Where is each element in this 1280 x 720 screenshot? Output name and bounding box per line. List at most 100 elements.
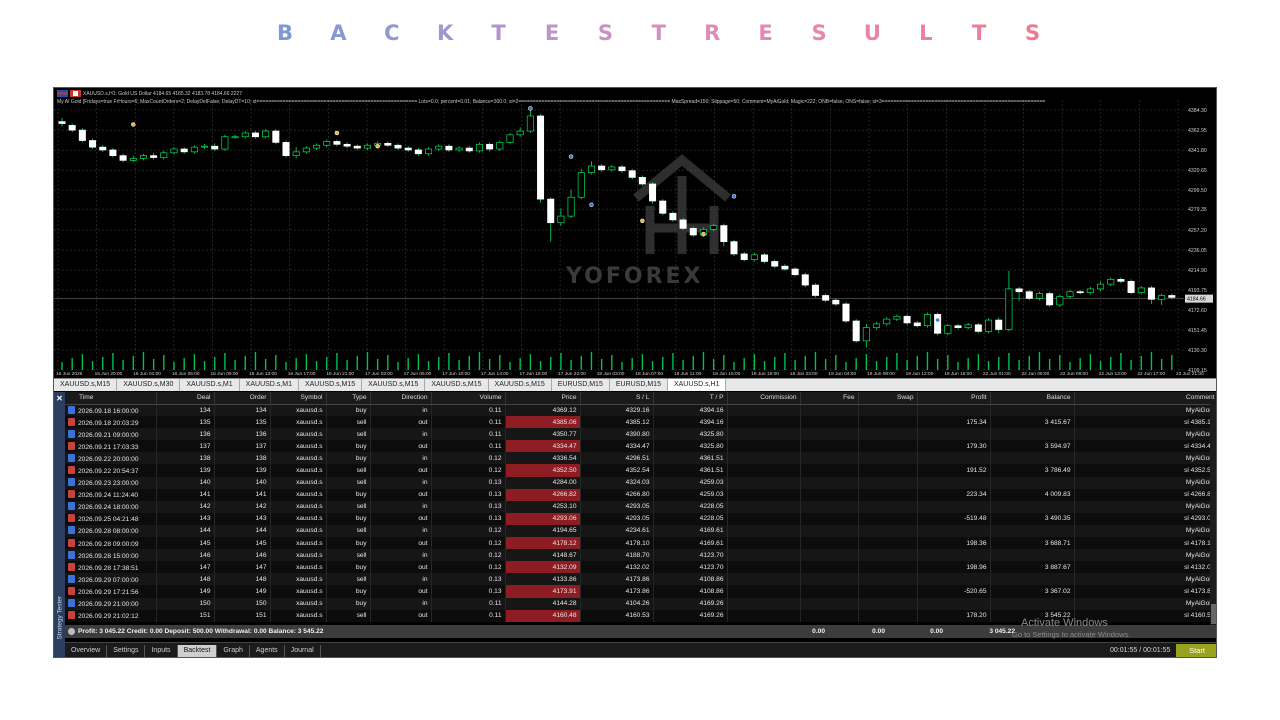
candle-body: [353, 145, 361, 149]
cell-swap: [858, 488, 918, 501]
start-button[interactable]: Start: [1176, 644, 1216, 657]
tester-tab-overview[interactable]: Overview: [65, 645, 108, 657]
candle-body: [689, 228, 697, 236]
chart-tab[interactable]: XAUUSD.s,M15: [362, 379, 426, 391]
tester-tab-settings[interactable]: Settings: [107, 645, 146, 657]
column-header[interactable]: Comment: [1074, 392, 1216, 405]
column-header[interactable]: Swap: [858, 392, 918, 405]
chart-tab[interactable]: XAUUSD.s,M1: [240, 379, 299, 391]
column-header[interactable]: Balance: [990, 392, 1075, 405]
cell-profit: 178.20: [917, 609, 991, 622]
tester-tab-agents[interactable]: Agents: [250, 645, 285, 657]
table-row[interactable]: 2026.09.21 17:03:33 137 137 xauusd.s buy out 0…: [65, 440, 1216, 453]
chart-tab[interactable]: XAUUSD.s,M30: [117, 379, 181, 391]
table-row[interactable]: 2026.09.18 20:03:29 135 135 xauusd.s sell out…: [65, 416, 1216, 429]
candle-body: [974, 324, 982, 332]
elapsed-timer: 00:01:55 / 00:01:55: [1110, 647, 1171, 654]
deal-in-icon: [68, 478, 75, 487]
table-row[interactable]: 2026.09.24 11:24:40 141 141 xauusd.s buy out 0…: [65, 488, 1216, 501]
tester-tab-inputs[interactable]: Inputs: [145, 645, 178, 657]
cell-order: 151: [214, 609, 271, 622]
candle-body: [1035, 293, 1043, 299]
cell-swap: [858, 428, 918, 441]
close-icon[interactable]: ✕: [55, 394, 64, 403]
candle-body: [1066, 291, 1074, 297]
chart-tab[interactable]: XAUUSD.s,M15: [54, 379, 118, 391]
tester-tab-backtest[interactable]: Backtest: [177, 645, 218, 657]
chart-tab[interactable]: EURUSD,M15: [610, 379, 668, 391]
activation-watermark-title: Activate Windows: [1021, 617, 1108, 629]
candle-body: [475, 143, 483, 152]
deal-time: 2026.09.29 17:21:56: [78, 588, 139, 596]
chart-tab[interactable]: XAUUSD.s,M1: [180, 379, 240, 391]
column-header[interactable]: Direction: [370, 392, 432, 405]
table-row[interactable]: 2026.09.28 08:00:00 144 144 xauusd.s sell in 0…: [65, 524, 1216, 538]
chart-tab[interactable]: XAUUSD.s,M15: [489, 379, 552, 391]
column-header[interactable]: Deal: [156, 392, 215, 405]
candle-body: [465, 147, 473, 152]
cell-fee: [800, 440, 859, 453]
cell-comment: sl 4132.02: [1074, 561, 1216, 574]
cell-commission: [727, 416, 801, 429]
column-header[interactable]: Commission: [727, 392, 801, 405]
cell-sl: 4266.80: [580, 488, 654, 501]
cell-type: sell: [326, 500, 371, 513]
scrollbar-thumb[interactable]: [1211, 604, 1216, 624]
tester-tab-journal[interactable]: Journal: [285, 645, 321, 657]
cell-price: 4352.50: [505, 464, 581, 477]
chart-tab[interactable]: XAUUSD.s,M15: [425, 379, 489, 391]
cell-profit: 175.34: [917, 416, 991, 429]
table-row[interactable]: 2026.09.28 17:38:51 147 147 xauusd.s buy out 0…: [65, 561, 1216, 574]
cell-profit: [917, 404, 991, 417]
cell-order: 142: [214, 500, 271, 513]
table-row[interactable]: 2026.09.21 09:00:00 136 136 xauusd.s sell in 0…: [65, 428, 1216, 441]
trading-terminal: 4384.30 4362.95 4341.80 4320.65 4299.50 4279.…: [53, 87, 1217, 658]
cell-order: 140: [214, 476, 271, 489]
column-header[interactable]: Order: [214, 392, 271, 405]
heading-letter: S: [597, 21, 613, 45]
table-row[interactable]: 2026.09.28 09:00:09 145 145 xauusd.s buy out 0…: [65, 537, 1216, 550]
table-row[interactable]: 2026.09.22 20:00:00 138 138 xauusd.s buy in 0.…: [65, 452, 1216, 465]
column-header[interactable]: Volume: [431, 392, 506, 405]
table-row[interactable]: 2026.09.29 17:21:56 149 149 xauusd.s buy out 0…: [65, 585, 1216, 598]
table-row[interactable]: 2026.09.22 20:54:37 139 139 xauusd.s sell out…: [65, 464, 1216, 477]
cell-comment: sl 4334.47: [1074, 440, 1216, 453]
cell-deal: 148: [156, 573, 215, 586]
column-header[interactable]: Type: [326, 392, 371, 405]
table-row[interactable]: 2026.09.23 23:00:00 140 140 xauusd.s sell in 0…: [65, 476, 1216, 489]
cell-swap: [858, 549, 918, 562]
price-chart[interactable]: 4384.30 4362.95 4341.80 4320.65 4299.50 4279.…: [54, 88, 1216, 377]
candle-body: [1097, 283, 1105, 290]
candle-body: [913, 322, 921, 327]
column-header[interactable]: Price: [505, 392, 581, 405]
column-header[interactable]: Fee: [800, 392, 859, 405]
chart-tab[interactable]: EURUSD,M15: [552, 379, 610, 391]
chart-tab[interactable]: XAUUSD.s,M15: [299, 379, 363, 391]
column-header[interactable]: Time: [65, 392, 157, 405]
column-header[interactable]: Profit: [917, 392, 991, 405]
tester-tab-graph[interactable]: Graph: [217, 645, 250, 657]
table-row[interactable]: 2026.09.25 04:21:48 143 143 xauusd.s buy out 0…: [65, 512, 1216, 525]
time-label: 18 Jun 03:00: [597, 371, 625, 377]
table-row[interactable]: 2026.09.24 18:00:00 142 142 xauusd.s sell in 0…: [65, 500, 1216, 513]
cell-fee: [800, 585, 859, 598]
cell-symbol: xauusd.s: [270, 476, 327, 489]
cell-type: sell: [326, 573, 371, 586]
chart-tab[interactable]: XAUUSD.s,H1: [667, 379, 727, 391]
column-header[interactable]: T / P: [653, 392, 728, 405]
column-header[interactable]: Symbol: [270, 392, 327, 405]
candle-body: [577, 172, 585, 198]
table-row[interactable]: 2026.09.18 16:00:00 134 134 xauusd.s buy in 0.…: [65, 404, 1216, 417]
table-row[interactable]: 2026.09.28 15:00:00 146 146 xauusd.s sell in 0…: [65, 549, 1216, 562]
cell-comment: MyAiGold: [1074, 597, 1216, 610]
candle-body: [781, 265, 789, 270]
vertical-scrollbar[interactable]: [1210, 404, 1216, 625]
candle-body: [526, 115, 534, 132]
column-header[interactable]: S / L: [580, 392, 654, 405]
cell-deal: 140: [156, 476, 215, 489]
table-row[interactable]: 2026.09.29 07:00:00 148 148 xauusd.s sell in 0…: [65, 573, 1216, 586]
candle-body: [231, 136, 239, 139]
candle-body: [608, 166, 616, 171]
table-row[interactable]: 2026.09.29 21:00:00 150 150 xauusd.s buy in 0.…: [65, 597, 1216, 610]
candle-body: [598, 165, 606, 171]
